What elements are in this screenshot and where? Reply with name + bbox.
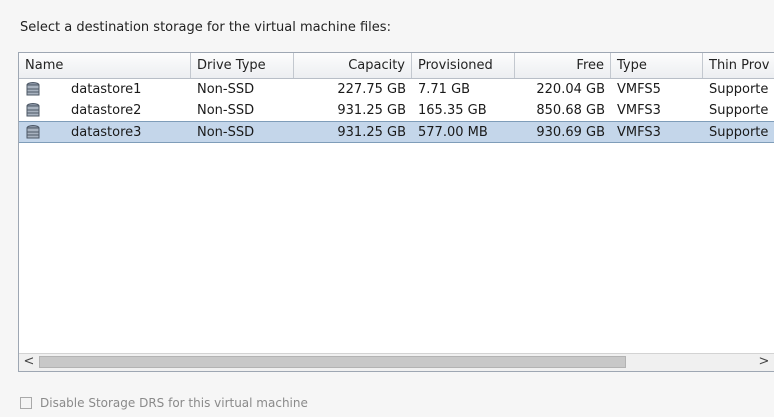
instruction-text: Select a destination storage for the vir… [20, 20, 391, 35]
cell-name: datastore3 [71, 125, 142, 140]
storage-selection-page: Select a destination storage for the vir… [0, 0, 774, 417]
column-header-type[interactable]: Type [611, 53, 703, 78]
disable-storage-drs-label: Disable Storage DRS for this virtual mac… [40, 396, 308, 410]
horizontal-scrollbar[interactable]: < > [19, 353, 774, 371]
cell-free: 850.68 GB [536, 103, 605, 118]
cell-type: VMFS5 [617, 82, 661, 97]
cell-thin-provisioning: Supporte [709, 82, 769, 97]
scrollbar-thumb[interactable] [39, 356, 626, 368]
cell-type: VMFS3 [617, 103, 661, 118]
table-row[interactable]: datastore2 Non-SSD 931.25 GB 165.35 GB 8… [19, 100, 774, 122]
column-header-free[interactable]: Free [515, 53, 611, 78]
datastore-icon [26, 103, 40, 117]
datastore-icon [26, 125, 40, 139]
cell-provisioned: 577.00 MB [418, 125, 488, 140]
column-header-thin-provisioning[interactable]: Thin Prov [703, 53, 774, 78]
column-header-capacity[interactable]: Capacity [294, 53, 412, 78]
disable-storage-drs-checkbox[interactable] [20, 397, 32, 409]
cell-capacity: 227.75 GB [337, 82, 406, 97]
cell-name: datastore1 [71, 82, 142, 97]
datastore-table: Name Drive Type Capacity Provisioned Fre… [18, 52, 774, 372]
cell-drive-type: Non-SSD [197, 125, 255, 140]
scroll-left-arrow-icon[interactable]: < [20, 354, 38, 371]
datastore-icon [26, 82, 40, 96]
cell-provisioned: 165.35 GB [418, 103, 487, 118]
cell-thin-provisioning: Supporte [709, 125, 769, 140]
column-header-drive-type[interactable]: Drive Type [191, 53, 294, 78]
cell-thin-provisioning: Supporte [709, 103, 769, 118]
cell-capacity: 931.25 GB [337, 103, 406, 118]
cell-free: 930.69 GB [536, 125, 605, 140]
column-header-provisioned[interactable]: Provisioned [412, 53, 515, 78]
table-row-selected[interactable]: datastore3 Non-SSD 931.25 GB 577.00 MB 9… [19, 121, 774, 143]
cell-type: VMFS3 [617, 125, 661, 140]
table-header: Name Drive Type Capacity Provisioned Fre… [19, 53, 774, 79]
column-header-name[interactable]: Name [19, 53, 191, 78]
cell-drive-type: Non-SSD [197, 82, 255, 97]
table-row[interactable]: datastore1 Non-SSD 227.75 GB 7.71 GB 220… [19, 79, 774, 101]
scroll-right-arrow-icon[interactable]: > [755, 354, 773, 371]
cell-name: datastore2 [71, 103, 142, 118]
cell-drive-type: Non-SSD [197, 103, 255, 118]
cell-capacity: 931.25 GB [337, 125, 406, 140]
cell-provisioned: 7.71 GB [418, 82, 471, 97]
cell-free: 220.04 GB [536, 82, 605, 97]
